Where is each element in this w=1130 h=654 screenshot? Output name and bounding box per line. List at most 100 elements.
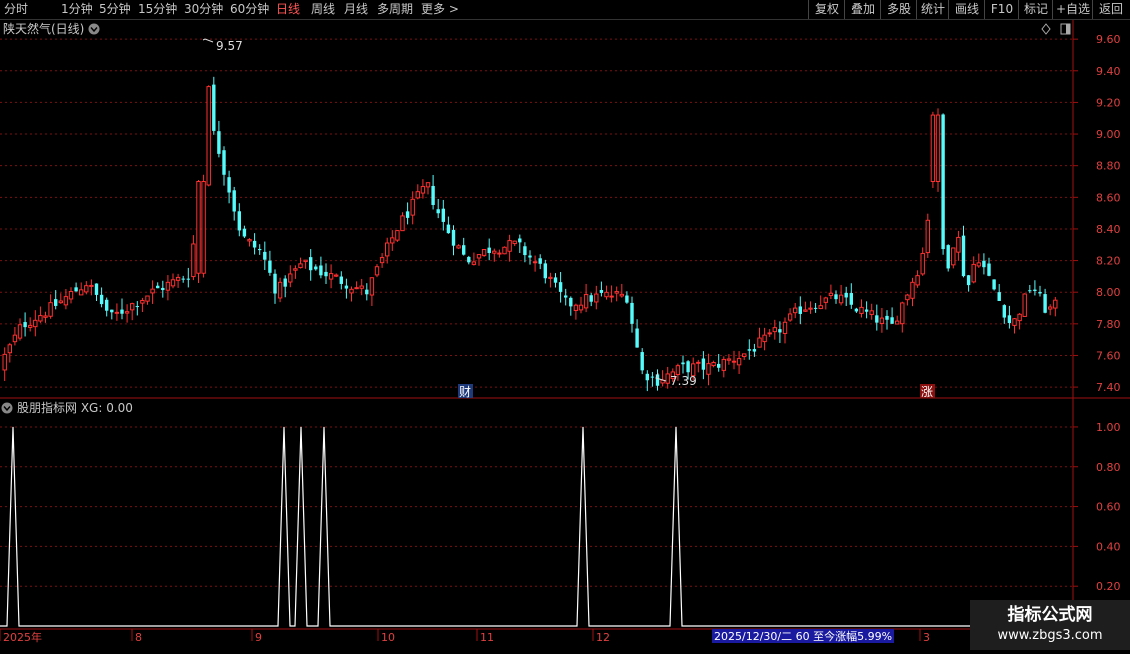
candle [543, 259, 547, 284]
watermark-title: 指标公式网 [1007, 605, 1093, 625]
indicator-tick-label: 0.40 [1096, 540, 1121, 553]
candle [181, 275, 185, 283]
period-1min[interactable]: 1分钟 [61, 0, 93, 19]
candle [140, 297, 145, 313]
candle [54, 290, 58, 310]
period-multi[interactable]: 多周期 [377, 0, 413, 19]
candle [431, 174, 435, 210]
date-label-oct: 10 [381, 631, 395, 644]
candle [79, 282, 84, 296]
back-button[interactable]: 返回 [1092, 0, 1129, 19]
period-60min[interactable]: 60分钟 [230, 0, 269, 19]
candle [803, 301, 808, 312]
overlay-button[interactable]: 叠加 [844, 0, 881, 19]
candle [319, 256, 323, 279]
candle [365, 283, 369, 301]
finance-marker[interactable]: 财 [458, 384, 473, 399]
candle [425, 182, 431, 195]
high-label: 9.57 [216, 39, 243, 53]
candle [114, 303, 120, 321]
candle [74, 282, 78, 292]
candle [237, 203, 241, 237]
candle [900, 301, 905, 333]
period-5min[interactable]: 5分钟 [99, 0, 131, 19]
price-tick-label: 7.40 [1096, 381, 1121, 394]
panel-toggle-icon[interactable] [1060, 23, 1071, 35]
candle [400, 212, 405, 232]
candle [175, 273, 181, 288]
period-weekly[interactable]: 周线 [311, 0, 335, 19]
draw-line-button[interactable]: 画线 [948, 0, 985, 19]
indicator-tick-label: 0.80 [1096, 461, 1121, 474]
candle [7, 342, 13, 363]
candle [1033, 280, 1037, 296]
add-watchlist-button[interactable]: +自选 [1052, 0, 1093, 19]
indicator-tick-label: 1.00 [1096, 421, 1121, 434]
period-fenshi[interactable]: 分时 [4, 0, 28, 19]
stock-title: 陕天然气(日线) [3, 21, 84, 36]
low-label: 7.39 [670, 374, 697, 388]
candle [742, 353, 747, 360]
candle [813, 303, 818, 313]
kline-chart[interactable]: 陕天然气(日线) 9.57 7.39 财 涨 9.60 9.40 9.20 9.00 8… [0, 20, 1130, 650]
candle [1007, 305, 1012, 329]
candle [201, 174, 206, 278]
candle [518, 234, 522, 254]
candle [951, 247, 956, 269]
candle [110, 309, 114, 320]
main-grid [0, 38, 1073, 388]
candle [161, 280, 165, 298]
candle [864, 301, 869, 319]
price-axis: 9.60 9.40 9.20 9.00 8.80 8.60 8.40 8.20 8.00 7.80… [1073, 33, 1121, 394]
candle [217, 120, 221, 158]
candle [838, 284, 844, 306]
period-15min[interactable]: 15分钟 [138, 0, 177, 19]
fuquan-button[interactable]: 复权 [808, 0, 845, 19]
candle [186, 267, 190, 288]
stats-button[interactable]: 统计 [916, 0, 949, 19]
candle [405, 202, 410, 225]
candle [1038, 285, 1042, 297]
period-more[interactable]: 更多 > [421, 0, 459, 19]
period-daily[interactable]: 日线 [276, 0, 300, 19]
price-tick-label: 8.60 [1096, 191, 1121, 204]
candle [798, 296, 802, 325]
candle [441, 199, 445, 231]
f10-button[interactable]: F10 [984, 0, 1019, 19]
candle [767, 328, 772, 337]
candle [793, 302, 798, 319]
limit-up-marker-text: 涨 [921, 384, 933, 399]
candle [818, 295, 823, 310]
candle [564, 288, 568, 306]
candle [476, 253, 482, 266]
candle [982, 253, 986, 275]
candle [471, 252, 477, 266]
candle [573, 303, 579, 320]
candle [273, 269, 277, 304]
indicator-dropdown-icon[interactable] [1, 402, 13, 414]
candle [84, 281, 89, 295]
candle [844, 286, 848, 307]
candle [625, 291, 629, 304]
price-tick-label: 8.20 [1096, 255, 1121, 268]
price-tick-label: 7.60 [1096, 349, 1121, 362]
candle [492, 248, 497, 262]
title-dropdown-icon[interactable] [88, 23, 100, 35]
candle [212, 76, 216, 135]
candle [828, 284, 834, 299]
diamond-icon[interactable] [1041, 23, 1051, 35]
candle [569, 296, 573, 316]
limit-up-marker[interactable]: 涨 [920, 384, 935, 399]
period-toolbar: 分时 1分钟 5分钟 15分钟 30分钟 60分钟 日线 周线 月线 多周期 更… [0, 0, 1130, 20]
period-30min[interactable]: 30分钟 [184, 0, 223, 19]
date-label-dec: 12 [596, 631, 610, 644]
candle [532, 255, 538, 272]
candle [196, 179, 201, 284]
date-label-sep: 9 [255, 631, 262, 644]
candle [879, 307, 885, 333]
period-monthly[interactable]: 月线 [344, 0, 368, 19]
multi-stock-button[interactable]: 多股 [880, 0, 917, 19]
date-label-aug: 8 [135, 631, 142, 644]
candle [170, 273, 176, 289]
mark-button[interactable]: 标记 [1018, 0, 1053, 19]
